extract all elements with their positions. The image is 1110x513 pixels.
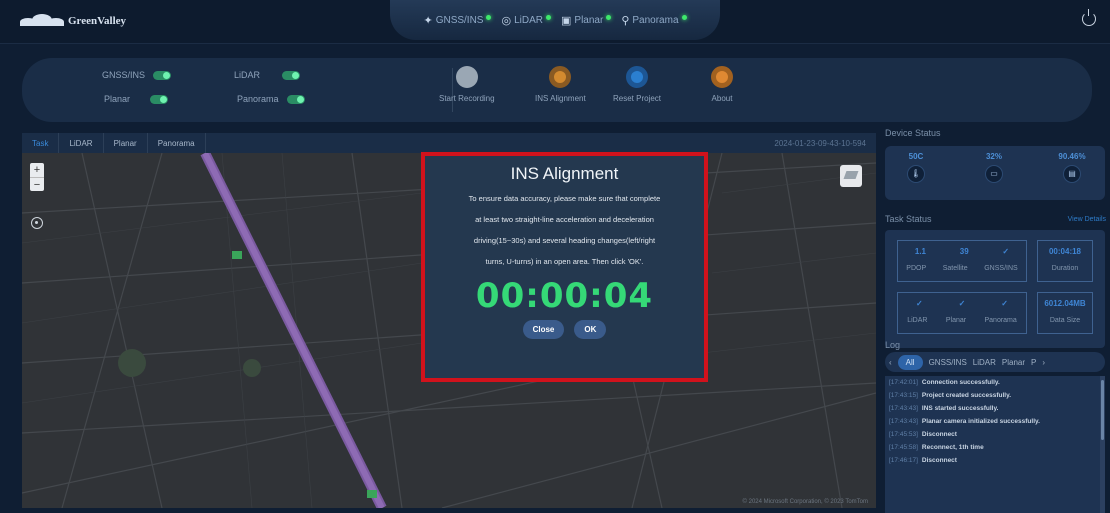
camera-icon: ▣ [561, 14, 572, 27]
record-icon [455, 66, 478, 88]
zoom-in-button[interactable]: + [30, 163, 44, 177]
reset-project-button[interactable]: Reset Project [613, 66, 661, 103]
memory-icon: ▭ [985, 165, 1003, 183]
log-entry: [17:43:43] Planar camera initialized succ… [889, 418, 1040, 425]
thermometer-icon: 🌡 [907, 165, 925, 183]
map-tabs: Task LiDAR Planar Panorama [22, 133, 206, 153]
dialog-body: To ensure data accuracy, please make sur… [468, 194, 661, 266]
locate-icon[interactable] [31, 217, 43, 229]
zoom-out-button[interactable]: − [30, 177, 44, 191]
layers-icon[interactable] [840, 165, 862, 187]
about-button[interactable]: About [711, 66, 733, 103]
status-dot [606, 14, 612, 20]
close-button[interactable]: Close [522, 320, 565, 339]
log-list: [17:42:01] Connection successfully. [17:4… [885, 376, 1105, 513]
log-entry: [17:42:01] Connection successfully. [889, 379, 1000, 386]
toggle-switch[interactable] [282, 70, 301, 80]
mode-planar[interactable]: ▣ Planar [561, 14, 612, 27]
storage-icon: ▤ [1063, 165, 1081, 183]
alignment-timer: 00:00:04 [475, 276, 654, 316]
ok-button[interactable]: OK [574, 320, 607, 339]
start-recording-button[interactable]: Start Recording [439, 66, 495, 103]
task-status-title: Task Status [885, 214, 932, 224]
device-status-box: 50C 🌡 32% ▭ 90.46% ▤ [885, 146, 1105, 200]
reset-icon [626, 66, 649, 88]
log-entry: [17:43:43] INS started successfully. [889, 405, 999, 412]
timestamp: 2024-01-23-09-43-10-594 [774, 139, 866, 148]
status-dot [546, 14, 551, 20]
toggle-planar[interactable]: Planar [104, 94, 169, 104]
logo: GreenValley [20, 12, 126, 30]
tab-lidar[interactable]: LiDAR [59, 133, 104, 153]
view-details-link[interactable]: View Details [1068, 216, 1106, 223]
toggle-gnss[interactable]: GNSS/INS [102, 70, 172, 80]
mode-indicator-bar: ✦ GNSS/INS ◎ LiDAR ▣ Planar ⚲ Panorama [390, 0, 720, 40]
status-dot [681, 14, 687, 20]
log-entry: [17:46:17] Disconnect [889, 457, 957, 464]
top-bar: GreenValley ✦ GNSS/INS ◎ LiDAR ▣ Planar … [0, 0, 1110, 44]
sensor-status-cell: ✓ ✓ ✓ LiDAR Planar Panorama [897, 292, 1027, 334]
ins-alignment-button[interactable]: INS Alignment [535, 66, 586, 103]
mode-panorama[interactable]: ⚲ Panorama [621, 14, 687, 27]
right-panel: Device Status 50C 🌡 32% ▭ 90.46% ▤ Task … [880, 124, 1110, 513]
log-title: Log [885, 340, 901, 350]
log-tabs-prev-icon[interactable]: ‹ [889, 358, 892, 367]
log-tab-all[interactable]: All [897, 354, 923, 370]
log-tab-lidar[interactable]: LiDAR [973, 358, 996, 367]
duration-cell: 00:04:18 Duration [1037, 240, 1093, 282]
temperature-status: 50C 🌡 [891, 152, 941, 183]
log-entry: [17:45:58] Reconnect, 1th time [889, 444, 984, 451]
dialog-buttons: Close OK [425, 320, 704, 339]
ins-alignment-dialog: INS Alignment To ensure data accuracy, p… [425, 156, 704, 378]
log-tab-gnss[interactable]: GNSS/INS [929, 358, 967, 367]
toggle-panorama[interactable]: Panorama [237, 94, 305, 104]
lidar-icon: ◎ [501, 14, 512, 27]
task-status-box: 1.1 39 ✓ PDOP Satellite GNSS/INS 00:04:1… [885, 230, 1105, 348]
toggle-switch[interactable] [153, 70, 172, 80]
log-tabs-next-icon[interactable]: › [1042, 358, 1045, 367]
logo-text: GreenValley [68, 15, 127, 27]
memory-status: 32% ▭ [969, 152, 1019, 183]
log-entry: [17:43:15] Project created successfully. [889, 392, 1012, 399]
mode-lidar[interactable]: ◎ LiDAR [501, 14, 551, 27]
toggle-lidar[interactable]: LiDAR [234, 70, 301, 80]
tab-panorama[interactable]: Panorama [148, 133, 206, 153]
dialog-title: INS Alignment [510, 164, 619, 183]
zoom-control: + − [30, 163, 44, 191]
control-panel: GNSS/INS LiDAR Planar Panorama Start Rec… [22, 58, 1092, 122]
device-status-title: Device Status [885, 128, 941, 138]
log-entry: [17:45:53] Disconnect [889, 431, 957, 438]
tab-task[interactable]: Task [22, 133, 60, 153]
logo-mark-icon [20, 12, 64, 30]
log-tabs: ‹ All GNSS/INS LiDAR Planar P › [885, 352, 1105, 372]
log-scrollbar[interactable] [1100, 376, 1105, 513]
log-tab-panorama[interactable]: P [1031, 358, 1036, 367]
map-copyright: © 2024 Microsoft Corporation, © 2023 Tom… [742, 499, 868, 505]
pin-icon: ⚲ [621, 14, 630, 27]
power-icon[interactable] [1082, 9, 1096, 26]
data-size-cell: 6012.04MB Data Size [1037, 292, 1093, 334]
satellite-icon: ✦ [423, 14, 433, 27]
status-dot [486, 14, 492, 20]
gnss-status-cell: 1.1 39 ✓ PDOP Satellite GNSS/INS [897, 240, 1027, 282]
info-icon [711, 66, 733, 88]
mode-gnss[interactable]: ✦ GNSS/INS [423, 14, 492, 27]
storage-status: 90.46% ▤ [1047, 152, 1097, 183]
tab-planar[interactable]: Planar [104, 133, 148, 153]
log-tab-planar[interactable]: Planar [1002, 358, 1025, 367]
alignment-icon [549, 66, 572, 88]
toggle-switch[interactable] [150, 94, 169, 104]
toggle-switch[interactable] [286, 94, 305, 104]
